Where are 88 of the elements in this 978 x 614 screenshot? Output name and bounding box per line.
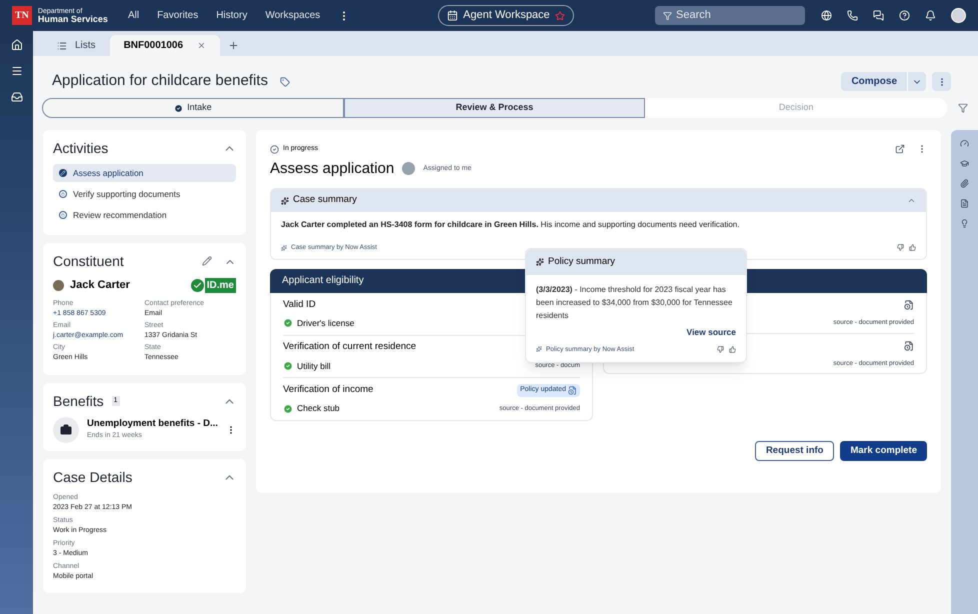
summary-text: Jack Carter completed an HS-3408 form for childcare in Green Hills. His income and supporting documents need verification.: [281, 219, 740, 231]
check-icon: [283, 318, 293, 328]
document-icon[interactable]: [960, 199, 969, 208]
section-title: Applicant eligibility: [282, 274, 364, 288]
briefcase-drawing: [60, 424, 72, 436]
stage-step[interactable]: Review & Process: [344, 98, 646, 118]
filter-icon: [663, 10, 672, 20]
thumbs-down-icon[interactable]: [717, 346, 724, 353]
avatar: [53, 280, 64, 291]
card-title: Case Details: [53, 468, 132, 486]
thumbs-up-icon[interactable]: [729, 346, 736, 353]
benefit-name[interactable]: Unemployment benefits - D...: [87, 417, 218, 432]
mark-complete-button[interactable]: Mark complete: [840, 441, 927, 461]
view-source-link[interactable]: View source: [686, 326, 736, 338]
org-name: Human Services: [38, 14, 108, 24]
thumbs-down-icon[interactable]: [897, 244, 904, 252]
activity-item[interactable]: Verify supporting documents: [53, 185, 236, 203]
activity-item[interactable]: Review recommendation: [53, 206, 236, 224]
nav-link[interactable]: Favorites: [157, 8, 198, 23]
progress-icon: [270, 144, 279, 154]
more-button[interactable]: [932, 72, 951, 91]
activity-item[interactable]: Assess application: [53, 164, 236, 182]
page-title: Application for childcare benefits: [52, 71, 268, 92]
avatar[interactable]: [951, 8, 966, 23]
card-title: Constituent: [53, 252, 124, 271]
tag-icon[interactable]: [280, 76, 290, 86]
sparkle-icon: [536, 346, 542, 352]
lock-icon: [59, 190, 67, 198]
sparkle-icon: [536, 258, 544, 266]
card-title: Benefits: [53, 392, 104, 410]
policy-text: (3/3/2023) - Income threshold for 2023 fiscal year has been increased to $34,000 from $30,000 for Tennessee residents: [536, 284, 734, 322]
card-title: Activities: [53, 139, 108, 158]
graduation-cap-icon[interactable]: [960, 159, 969, 168]
section-title: Case summary: [293, 193, 357, 208]
lightbulb-icon[interactable]: [960, 219, 969, 228]
document-clock-icon: [568, 386, 577, 395]
list-icon: [57, 40, 67, 50]
verified-badge: ID.me: [204, 278, 236, 293]
logo: TN: [12, 6, 32, 25]
inbox-icon[interactable]: [10, 91, 22, 103]
menu-icon[interactable]: [10, 65, 22, 77]
stage-step[interactable]: Intake: [42, 98, 344, 118]
globe-icon[interactable]: [821, 10, 832, 21]
row-title: Verification of current residence: [283, 340, 416, 354]
phone-icon[interactable]: [847, 10, 858, 21]
section-title: Policy summary: [548, 254, 616, 269]
avatar: [402, 162, 416, 176]
gauge-icon[interactable]: [960, 139, 969, 148]
document-clock-icon[interactable]: [904, 338, 914, 352]
check-icon: [283, 360, 293, 371]
document-name: Utility bill: [297, 360, 331, 372]
tab[interactable]: BNF0001006: [110, 35, 220, 56]
search-input[interactable]: Search: [676, 7, 797, 24]
row-title: Valid ID: [283, 298, 316, 312]
document-clock-icon[interactable]: [904, 298, 914, 312]
nav-link[interactable]: History: [216, 8, 248, 23]
request-info-button[interactable]: Request info: [754, 441, 834, 461]
task-title: Assess application: [270, 158, 394, 178]
filter-icon[interactable]: [958, 103, 968, 113]
nav-link[interactable]: All: [128, 8, 140, 23]
compose-button[interactable]: Compose: [841, 72, 907, 91]
tab[interactable]: Lists: [43, 35, 110, 56]
check-icon: [174, 104, 184, 112]
star-icon[interactable]: [554, 10, 565, 20]
sparkle-icon: [281, 244, 287, 251]
home-icon[interactable]: [10, 39, 22, 51]
row-title: Verification of income: [283, 383, 374, 398]
paperclip-icon[interactable]: [960, 179, 969, 188]
bell-icon[interactable]: [925, 10, 936, 21]
document-name: Driver's license: [297, 316, 354, 330]
check-icon: [283, 404, 293, 414]
collapse-icon[interactable]: [907, 196, 916, 205]
chat-icon[interactable]: [873, 10, 884, 21]
pencil-icon: [59, 169, 67, 177]
close-icon[interactable]: [196, 41, 206, 50]
add-tab-icon[interactable]: [228, 40, 239, 51]
document-name: Check stub: [297, 402, 340, 415]
search-field[interactable]: Search: [655, 6, 805, 25]
open-icon[interactable]: [895, 144, 905, 154]
thumbs-up-icon[interactable]: [909, 244, 916, 252]
help-icon[interactable]: [899, 10, 910, 21]
edit-icon[interactable]: [202, 256, 212, 266]
lock-icon: [59, 211, 67, 219]
constituent-name: Jack Carter: [70, 278, 130, 293]
workspace-button[interactable]: Agent Workspace: [438, 5, 574, 26]
calendar-icon: [447, 10, 458, 21]
sparkle-icon: [281, 196, 289, 204]
nav-link[interactable]: Workspaces: [265, 8, 320, 23]
